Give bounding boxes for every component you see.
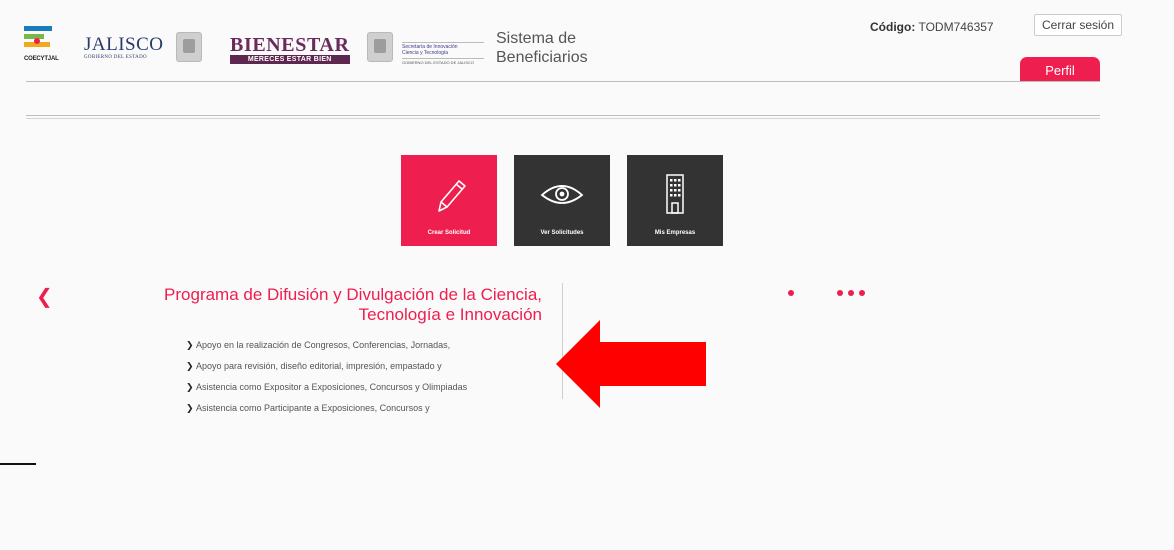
my-companies-tile[interactable]: Mis Empresas xyxy=(627,155,723,246)
chevron-right-icon: ❯ xyxy=(186,361,194,371)
chevron-right-icon: ❯ xyxy=(186,403,194,413)
chevron-left-icon[interactable]: ❮ xyxy=(36,284,53,309)
system-title: Sistema de Beneficiarios xyxy=(496,29,588,67)
user-code-label: Código: xyxy=(870,20,916,34)
edge-mark xyxy=(0,463,36,465)
program-item-label: Apoyo para revisión, diseño editorial, i… xyxy=(196,361,442,371)
annotation-arrow-icon xyxy=(556,320,706,408)
user-code-value: TODM746357 xyxy=(918,20,994,34)
section-divider xyxy=(26,115,1100,116)
my-companies-label: Mis Empresas xyxy=(654,230,696,236)
program-item-label: Apoyo en la realización de Congresos, Co… xyxy=(196,340,451,350)
program-item-label: Asistencia como Expositor a Exposiciones… xyxy=(196,382,468,392)
sicyt-logo: Secretaría de Innovación Ciencia y Tecno… xyxy=(402,42,484,65)
coecytjal-logo-text: COECYTJAL xyxy=(24,56,59,62)
eye-icon xyxy=(540,185,584,204)
view-requests-tile[interactable]: Ver Solicitudes xyxy=(514,155,610,246)
system-title-line1: Sistema de xyxy=(496,30,577,47)
user-code: Código: TODM746357 xyxy=(870,20,994,34)
page-background: COECYTJAL JALISCO GOBIERNO DEL ESTADO BI… xyxy=(0,0,1174,550)
view-requests-label: Ver Solicitudes xyxy=(540,230,584,236)
section-divider-lower xyxy=(26,118,1100,119)
program-title-line1: Programa de Difusión y Divulgación de la… xyxy=(164,285,542,304)
program-title-line2: Tecnología e Innovación xyxy=(358,305,542,324)
program-items-list: ❯ Apoyo en la realización de Congresos, C… xyxy=(186,339,467,423)
loading-dot xyxy=(859,290,865,296)
header-divider xyxy=(26,81,1100,82)
sicyt-logo-line3: GOBIERNO DEL ESTADO DE JALISCO xyxy=(402,58,484,65)
jalisco-logo-text: JALISCO xyxy=(84,34,164,55)
jalisco-logo: JALISCO GOBIERNO DEL ESTADO xyxy=(84,34,164,60)
state-crest-icon xyxy=(176,32,202,62)
state-crest-icon xyxy=(367,32,393,62)
program-item[interactable]: ❯ Apoyo en la realización de Congresos, C… xyxy=(186,339,467,360)
chevron-right-icon: ❯ xyxy=(186,382,194,392)
create-request-tile[interactable]: Crear Solicitud xyxy=(401,155,497,246)
program-item[interactable]: ❯ Apoyo para revisión, diseño editorial, … xyxy=(186,360,467,381)
profile-tab[interactable]: Perfil xyxy=(1020,57,1100,82)
program-title: Programa de Difusión y Divulgación de la… xyxy=(120,285,542,325)
loading-dot xyxy=(848,290,854,296)
create-request-label: Crear Solicitud xyxy=(427,230,471,236)
site-header: COECYTJAL JALISCO GOBIERNO DEL ESTADO BI… xyxy=(22,12,1122,82)
chevron-right-icon: ❯ xyxy=(186,340,194,350)
system-title-line2: Beneficiarios xyxy=(496,49,588,66)
program-item-label: Asistencia como Participante a Exposicio… xyxy=(196,403,430,413)
page-edge xyxy=(1155,0,1174,550)
logout-button[interactable]: Cerrar sesión xyxy=(1034,14,1122,36)
bienestar-logo-text: BIENESTAR xyxy=(230,34,350,56)
bienestar-logo: BIENESTAR MERECES ESTAR BIEN xyxy=(230,34,350,64)
sicyt-logo-line2: Ciencia y Tecnología xyxy=(402,50,449,56)
pencil-icon xyxy=(438,180,466,212)
sicyt-logo-line1: Secretaría de Innovación xyxy=(402,42,484,50)
loading-dot xyxy=(837,290,843,296)
program-item[interactable]: ❯ Asistencia como Participante a Exposici… xyxy=(186,402,467,423)
bienestar-logo-tagline: MERECES ESTAR BIEN xyxy=(230,55,350,64)
coecytjal-logo: COECYTJAL xyxy=(24,24,59,64)
program-item[interactable]: ❯ Asistencia como Expositor a Exposicione… xyxy=(186,381,467,402)
carousel-dot[interactable] xyxy=(788,290,794,296)
building-icon xyxy=(666,174,684,214)
